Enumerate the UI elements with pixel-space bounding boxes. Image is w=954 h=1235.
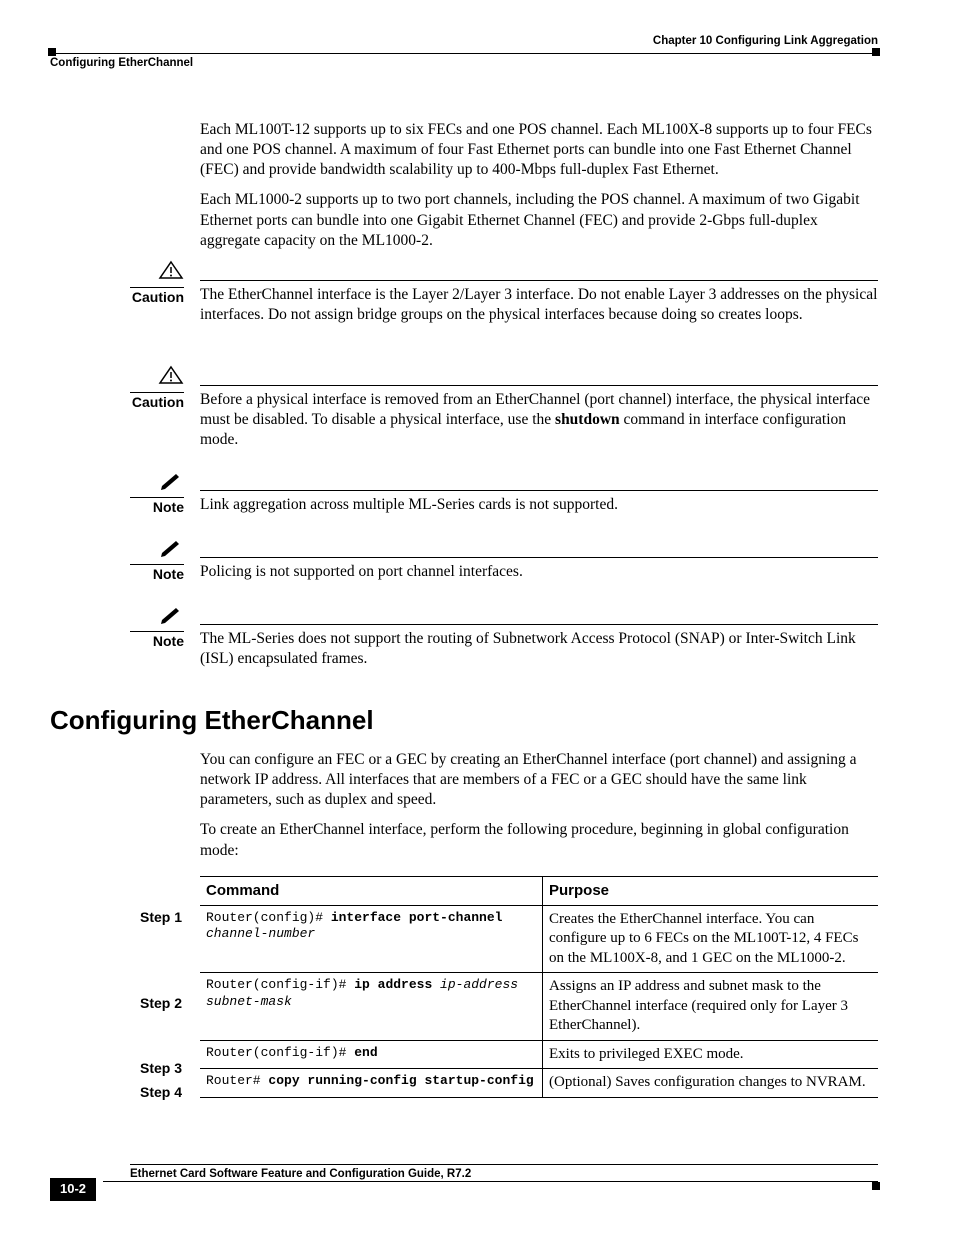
intro-p1: Each ML100T-12 supports up to six FECs a… bbox=[200, 120, 878, 180]
cmd-cell-4: Router# copy running-config startup-conf… bbox=[200, 1069, 543, 1098]
intro-block: Each ML100T-12 supports up to six FECs a… bbox=[200, 120, 878, 261]
cmd-cell-2: Router(config-if)# ip address ip-address… bbox=[200, 973, 543, 1041]
note-icon bbox=[158, 537, 184, 557]
note-label: Note bbox=[130, 632, 184, 650]
note-icon-area: Note bbox=[130, 537, 184, 583]
header-rule bbox=[50, 53, 878, 54]
table-row: Router(config-if)# ip address ip-address… bbox=[200, 973, 878, 1041]
purpose-cell-4: (Optional) Saves configuration changes t… bbox=[543, 1069, 879, 1098]
purpose-cell-3: Exits to privileged EXEC mode. bbox=[543, 1040, 879, 1069]
purpose-cell-2: Assigns an IP address and subnet mask to… bbox=[543, 973, 879, 1041]
note-icon bbox=[158, 604, 184, 624]
caution-2-text: Before a physical interface is removed f… bbox=[200, 362, 878, 450]
caution-1: Caution The EtherChannel interface is th… bbox=[130, 257, 878, 325]
step-label-2: Step 2 bbox=[140, 994, 182, 1012]
note-2-text: Policing is not supported on port channe… bbox=[200, 534, 878, 582]
note-2: Note Policing is not supported on port c… bbox=[130, 534, 878, 582]
note-icon bbox=[158, 470, 184, 490]
header-section: Configuring EtherChannel bbox=[50, 56, 878, 71]
caution-label: Caution bbox=[130, 288, 184, 306]
caution-icon bbox=[158, 365, 184, 385]
step-label-3: Step 3 bbox=[140, 1059, 182, 1077]
table-row: Router(config-if)# end Exits to privileg… bbox=[200, 1040, 878, 1069]
page-number: 10-2 bbox=[50, 1178, 96, 1201]
sect-p1: You can configure an FEC or a GEC by cre… bbox=[200, 750, 878, 810]
callout-rule bbox=[200, 624, 878, 625]
note-label: Note bbox=[130, 565, 184, 583]
caution-1-text: The EtherChannel interface is the Layer … bbox=[200, 257, 878, 325]
note-1-text: Link aggregation across multiple ML-Seri… bbox=[200, 467, 878, 515]
note-icon-area: Note bbox=[130, 470, 184, 516]
step-label-4: Step 4 bbox=[140, 1083, 182, 1101]
sect-p2: To create an EtherChannel interface, per… bbox=[200, 820, 878, 860]
footer-title: Ethernet Card Software Feature and Confi… bbox=[130, 1167, 471, 1182]
note-icon-area: Note bbox=[130, 604, 184, 650]
footer-rule-2 bbox=[103, 1181, 878, 1182]
intro-p2: Each ML1000-2 supports up to two port ch… bbox=[200, 190, 878, 250]
step-label-1: Step 1 bbox=[140, 908, 182, 926]
caution-icon-area: Caution bbox=[130, 365, 184, 411]
table-row: Router(config)# interface port-channel c… bbox=[200, 905, 878, 973]
caution-2: Caution Before a physical interface is r… bbox=[130, 362, 878, 450]
note-3: Note The ML-Series does not support the … bbox=[130, 601, 878, 669]
caution-icon bbox=[158, 260, 184, 280]
section-body: You can configure an FEC or a GEC by cre… bbox=[200, 750, 878, 871]
footer-square bbox=[872, 1182, 880, 1190]
header-chapter: Chapter 10 Configuring Link Aggregation bbox=[50, 34, 878, 49]
cmd-cell-1: Router(config)# interface port-channel c… bbox=[200, 905, 543, 973]
note-3-text: The ML-Series does not support the routi… bbox=[200, 601, 878, 669]
callout-rule bbox=[200, 280, 878, 281]
table-header-row: Command Purpose bbox=[200, 877, 878, 906]
header-square-left bbox=[48, 48, 56, 56]
caution-2-bold: shutdown bbox=[555, 411, 620, 428]
cmd-cell-3: Router(config-if)# end bbox=[200, 1040, 543, 1069]
page-header: Chapter 10 Configuring Link Aggregation … bbox=[50, 34, 878, 71]
caution-icon-area: Caution bbox=[130, 260, 184, 306]
purpose-cell-1: Creates the EtherChannel interface. You … bbox=[543, 905, 879, 973]
th-purpose: Purpose bbox=[543, 877, 879, 906]
note-1: Note Link aggregation across multiple ML… bbox=[130, 467, 878, 515]
header-square-right bbox=[872, 48, 880, 56]
callout-rule bbox=[200, 385, 878, 386]
callout-rule bbox=[200, 557, 878, 558]
caution-label: Caution bbox=[130, 393, 184, 411]
command-table: Command Purpose Router(config)# interfac… bbox=[200, 876, 878, 1098]
th-command: Command bbox=[200, 877, 543, 906]
page: Chapter 10 Configuring Link Aggregation … bbox=[0, 0, 954, 1235]
footer-rule bbox=[130, 1164, 878, 1165]
section-heading: Configuring EtherChannel bbox=[50, 704, 374, 738]
callout-rule bbox=[200, 490, 878, 491]
note-label: Note bbox=[130, 498, 184, 516]
table-row: Router# copy running-config startup-conf… bbox=[200, 1069, 878, 1098]
